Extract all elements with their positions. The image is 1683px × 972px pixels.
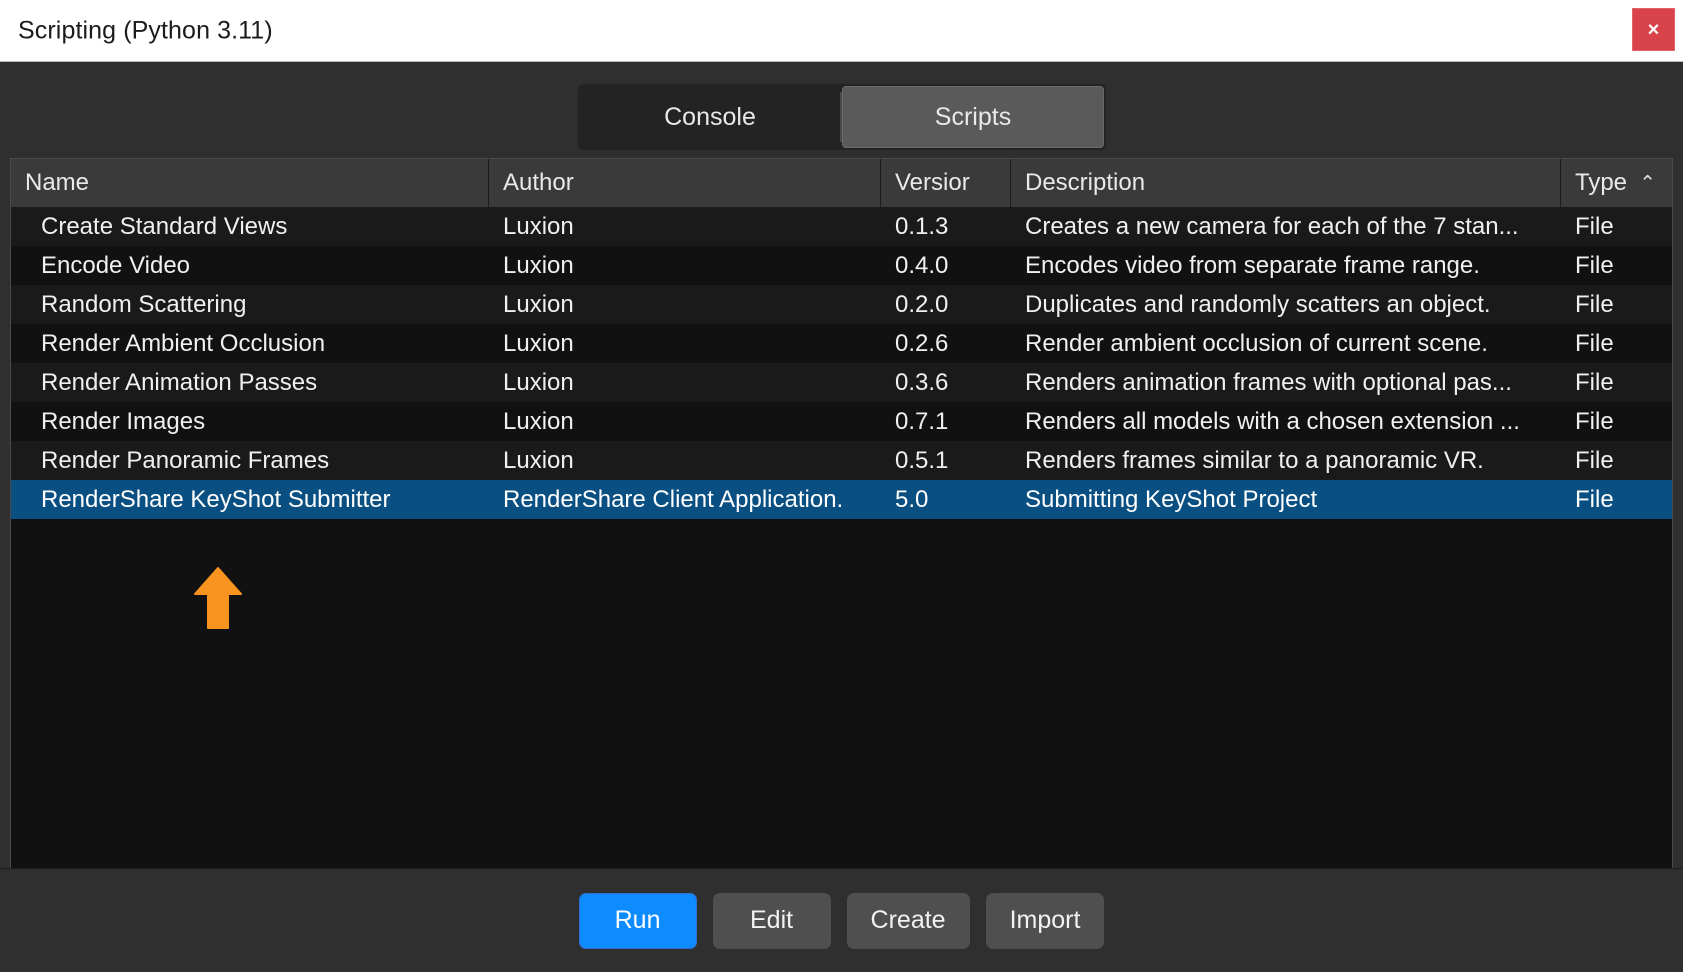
cell-version: 0.1.3 [895,212,949,240]
cell-name: Random Scattering [41,290,247,318]
scripting-dialog: Scripting (Python 3.11) × Console Script… [0,0,1683,972]
column-header-type-label: Type [1575,169,1628,196]
tab-console[interactable]: Console [580,86,840,148]
table-row[interactable]: RenderShare KeyShot Submitter RenderShare… [11,480,1672,519]
cell-name: Render Panoramic Frames [41,446,330,474]
tab-scripts-label: Scripts [934,102,1012,131]
column-header-description-label: Description [1025,169,1146,196]
table-row[interactable]: Render Images Luxion 0.7.1 Renders all mode… [11,402,1672,441]
table-row[interactable]: Render Animation Passes Luxion 0.3.6 Render… [11,363,1672,402]
cell-version: 0.5.1 [895,446,949,474]
table-row[interactable]: Create Standard Views Luxion 0.1.3 Creates … [11,207,1672,246]
cell-type: File [1575,485,1614,513]
cell-type: File [1575,368,1614,396]
column-header-name[interactable]: Name [11,159,489,207]
cell-description: Renders animation frames with optional p… [1025,368,1512,396]
chevron-up-icon[interactable]: ⌃ [1639,171,1656,196]
table-row[interactable]: Encode Video Luxion 0.4.0 Encodes video fro… [11,246,1672,285]
cell-version: 0.3.6 [895,368,949,396]
cell-author: Luxion [503,290,574,318]
close-button[interactable]: × [1632,8,1675,51]
cell-author: Luxion [503,368,574,396]
cell-name: Create Standard Views [41,212,288,240]
cell-name: Render Images [41,407,206,435]
cell-version: 0.2.6 [895,329,949,357]
cell-author: Luxion [503,407,574,435]
cell-author: RenderShare Client Application. [503,485,844,513]
create-button[interactable]: Create [846,892,970,949]
table-body: Create Standard Views Luxion 0.1.3 Creates … [11,207,1672,927]
cell-description: Renders all models with a chosen extensi… [1025,407,1520,435]
cell-version: 0.7.1 [895,407,949,435]
table-row[interactable]: Random Scattering Luxion 0.2.0 Duplicates a… [11,285,1672,324]
column-header-description[interactable]: Description [1011,159,1561,207]
footer-button-bar: Run Edit Create Import [0,868,1683,972]
column-header-name-label: Name [25,169,90,196]
cell-type: File [1575,329,1614,357]
cell-description: Renders frames similar to a panoramic VR… [1025,446,1484,474]
tab-scripts[interactable]: Scripts [842,86,1104,148]
tab-console-label: Console [664,102,756,131]
column-header-version[interactable]: Versior [881,159,1011,207]
cell-description: Render ambient occlusion of current scen… [1025,329,1488,357]
import-button[interactable]: Import [985,892,1105,949]
dialog-body: Console Scripts Name Author Versior Desc… [0,62,1683,972]
edit-button[interactable]: Edit [712,892,831,949]
cell-author: Luxion [503,251,574,279]
window-title: Scripting (Python 3.11) [18,16,273,44]
cell-name: Encode Video [41,251,191,279]
column-header-type[interactable]: Type ⌃ [1561,159,1672,207]
table-header-row: Name Author Versior Description Type ⌃ [11,159,1672,207]
cell-type: File [1575,212,1614,240]
cell-description: Creates a new camera for each of the 7 s… [1025,212,1519,240]
tab-strip: Console Scripts [578,84,1106,150]
cell-version: 5.0 [895,485,929,513]
cell-author: Luxion [503,329,574,357]
cell-name: Render Ambient Occlusion [41,329,326,357]
cell-type: File [1575,446,1614,474]
column-header-author[interactable]: Author [489,159,881,207]
cell-name: RenderShare KeyShot Submitter [41,485,391,513]
cell-type: File [1575,407,1614,435]
column-header-version-label: Versior [895,169,970,196]
table-row[interactable]: Render Ambient Occlusion Luxion 0.2.6 Rende… [11,324,1672,363]
close-icon: × [1647,18,1660,41]
cell-version: 0.4.0 [895,251,949,279]
cell-version: 0.2.0 [895,290,949,318]
scripts-table: Name Author Versior Description Type ⌃ C… [10,158,1673,928]
cell-description: Submitting KeyShot Project [1025,485,1318,513]
cell-description: Encodes video from separate frame range. [1025,251,1480,279]
cell-description: Duplicates and randomly scatters an obje… [1025,290,1491,318]
column-header-author-label: Author [503,169,574,196]
cell-type: File [1575,290,1614,318]
cell-author: Luxion [503,212,574,240]
cell-type: File [1575,251,1614,279]
cell-name: Render Animation Passes [41,368,318,396]
cell-author: Luxion [503,446,574,474]
title-bar: Scripting (Python 3.11) × [0,0,1683,62]
run-button[interactable]: Run [578,892,697,949]
table-row[interactable]: Render Panoramic Frames Luxion 0.5.1 Render… [11,441,1672,480]
